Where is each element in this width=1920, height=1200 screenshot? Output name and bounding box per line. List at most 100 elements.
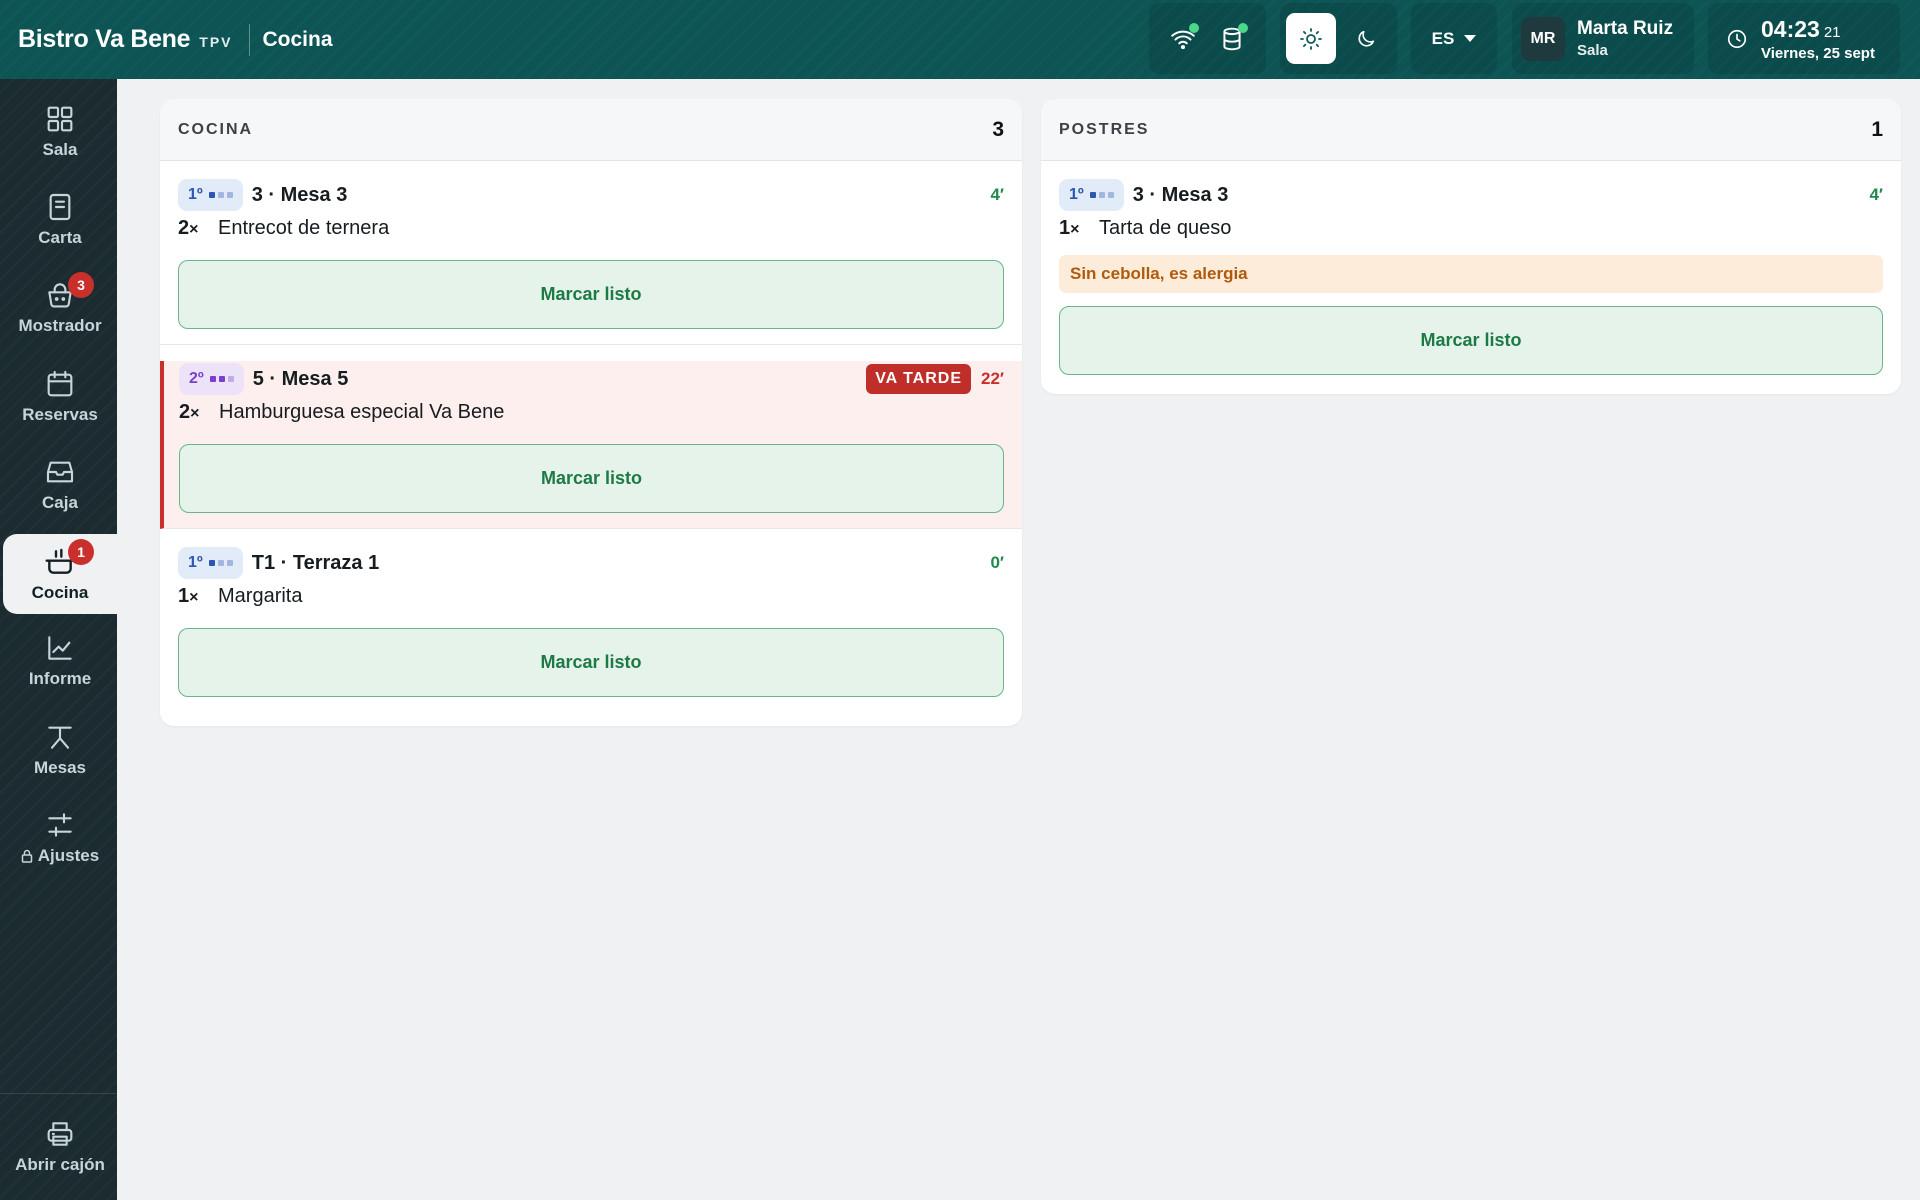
sidebar-divider <box>0 1093 117 1094</box>
table-name: T1 · Terraza 1 <box>251 551 380 574</box>
clock-seconds: 21 <box>1823 23 1841 41</box>
cocina-badge: 1 <box>68 538 94 565</box>
qty-suffix: × <box>190 405 200 422</box>
panel-count: 3 <box>992 117 1004 141</box>
user-menu[interactable]: MR Marta Ruiz Sala <box>1512 3 1694 74</box>
course-label: 1º <box>1069 186 1084 203</box>
elapsed-time: 0′ <box>990 553 1004 572</box>
panel-header: COCINA 3 <box>160 99 1022 161</box>
panel-header: POSTRES 1 <box>1041 99 1901 161</box>
language-label: ES <box>1431 28 1455 48</box>
order-card: 1º 3 · Mesa 3 4′ 2× Entrecot de ternera … <box>160 177 1022 345</box>
course-label: 1º <box>188 186 203 203</box>
panel-title: COCINA <box>178 120 254 138</box>
moon-icon <box>1358 30 1375 47</box>
sidebar-item-informe[interactable]: Informe <box>3 623 117 698</box>
station-panel-cocina: COCINA 3 1º 3 · Mesa 3 4′ 2× Entrecot de… <box>160 99 1022 726</box>
cash-drawer-icon <box>44 456 76 488</box>
table-name: 5 · Mesa 5 <box>252 367 349 390</box>
sidebar-item-reservas[interactable]: Reservas <box>3 359 117 434</box>
grid-icon <box>44 103 76 135</box>
sidebar-item-carta[interactable]: Carta <box>3 182 117 257</box>
mark-ready-button[interactable]: Marcar listo <box>178 260 1004 329</box>
course-progress-icon <box>1089 192 1114 198</box>
sidebar: Sala Carta 3 Mostrador Reservas Caja 1 C… <box>0 79 117 1200</box>
order-card: 1º 3 · Mesa 3 4′ 1× Tarta de queso Sin c… <box>1041 177 1901 375</box>
item-name: Hamburguesa especial Va Bene <box>219 401 505 423</box>
chevron-down-icon <box>1464 35 1477 42</box>
course-badge: 1º <box>1059 179 1124 211</box>
sidebar-item-label: Informe <box>28 669 92 688</box>
item-quantity: 1 <box>178 585 190 607</box>
sidebar-item-label: Caja <box>42 493 78 512</box>
lock-icon <box>21 849 33 863</box>
database-icon[interactable] <box>1219 22 1248 52</box>
clock-date: Viernes, 25 sept <box>1761 44 1875 62</box>
item-quantity: 2 <box>179 401 191 423</box>
language-selector[interactable]: ES <box>1411 3 1497 74</box>
mark-ready-button[interactable]: Marcar listo <box>178 628 1004 697</box>
document-icon <box>44 191 76 223</box>
sidebar-item-label: Sala <box>42 140 78 159</box>
avatar: MR <box>1521 16 1565 61</box>
sidebar-item-label: Carta <box>38 228 82 247</box>
sidebar-item-caja[interactable]: Caja <box>3 447 117 522</box>
sidebar-item-mesas[interactable]: Mesas <box>3 712 117 787</box>
printer-icon <box>44 1118 76 1150</box>
course-badge: 1º <box>178 179 243 211</box>
item-name: Margarita <box>218 585 303 607</box>
open-drawer-button[interactable]: Abrir cajón <box>3 1109 117 1184</box>
table-name: 3 · Mesa 3 <box>1132 183 1229 206</box>
course-progress-icon <box>209 376 234 382</box>
sliders-icon <box>44 809 76 841</box>
qty-suffix: × <box>1070 221 1080 238</box>
course-label: 1º <box>188 554 203 571</box>
sidebar-item-label: Reservas <box>22 405 98 424</box>
pot-icon: 1 <box>44 538 94 578</box>
sun-icon <box>1299 27 1322 50</box>
order-card: 1º T1 · Terraza 1 0′ 1× Margarita Marcar… <box>160 545 1022 697</box>
sidebar-item-sala[interactable]: Sala <box>3 94 117 169</box>
station-panel-postres: POSTRES 1 1º 3 · Mesa 3 4′ 1× Tarta de q… <box>1041 99 1901 394</box>
brand-divider <box>248 23 250 56</box>
order-item: 2× Entrecot de ternera <box>178 217 1004 247</box>
sidebar-item-label: Ajustes <box>37 846 100 865</box>
sidebar-item-cocina[interactable]: 1 Cocina <box>3 534 117 614</box>
course-badge: 2º <box>179 363 244 395</box>
order-card: 2º 5 · Mesa 5 VA TARDE 22′ 2× Hamburgues… <box>160 361 1022 529</box>
database-status-dot <box>1237 22 1248 33</box>
allergy-note: Sin cebolla, es alergia <box>1059 255 1883 293</box>
elapsed-time: 22′ <box>981 369 1004 388</box>
panel-title: POSTRES <box>1059 120 1150 138</box>
open-drawer-label: Abrir cajón <box>15 1155 105 1174</box>
connection-status <box>1149 3 1266 74</box>
order-item: 1× Margarita <box>178 585 1004 615</box>
user-name: Marta Ruiz <box>1577 18 1674 39</box>
item-quantity: 1 <box>1059 217 1071 239</box>
dark-theme-button[interactable] <box>1342 13 1392 64</box>
wifi-icon[interactable] <box>1170 22 1200 52</box>
brand-tag: TPV <box>199 34 233 50</box>
mark-ready-button[interactable]: Marcar listo <box>179 444 1004 513</box>
light-theme-button[interactable] <box>1286 13 1336 64</box>
chart-icon <box>44 632 76 664</box>
order-item: 2× Hamburguesa especial Va Bene <box>179 401 1004 431</box>
course-label: 2º <box>189 370 204 387</box>
table-name: 3 · Mesa 3 <box>251 183 348 206</box>
qty-suffix: × <box>189 221 199 238</box>
item-name: Tarta de queso <box>1099 217 1232 239</box>
item-quantity: 2 <box>178 217 190 239</box>
order-item: 1× Tarta de queso <box>1059 217 1883 247</box>
basket-icon: 3 <box>44 272 94 311</box>
elapsed-time: 4′ <box>990 185 1004 204</box>
mostrador-badge: 3 <box>68 272 94 298</box>
mark-ready-button[interactable]: Marcar listo <box>1059 306 1883 375</box>
clock-icon <box>1727 29 1747 48</box>
wifi-status-dot <box>1189 22 1200 33</box>
calendar-icon <box>44 368 76 400</box>
course-badge: 1º <box>178 547 243 579</box>
theme-toggle <box>1280 3 1397 74</box>
sidebar-item-mostrador[interactable]: 3 Mostrador <box>3 270 117 345</box>
sidebar-item-ajustes[interactable]: Ajustes <box>3 800 117 875</box>
top-bar: Bistro Va Bene TPV Cocina ES MR Marta Ru… <box>0 0 1920 79</box>
